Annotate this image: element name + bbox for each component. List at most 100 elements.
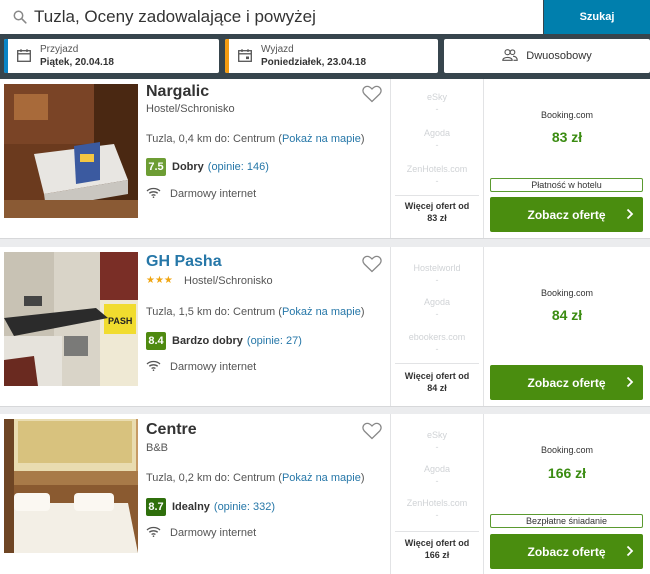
- column-divider: [483, 247, 484, 406]
- hotel-type: B&B: [146, 442, 169, 454]
- favorite-heart-icon[interactable]: [362, 255, 382, 278]
- checkout-accent: [225, 39, 229, 73]
- wifi-icon: [146, 187, 170, 201]
- partner-name[interactable]: Agoda: [391, 128, 483, 138]
- search-button[interactable]: Szukaj: [544, 0, 650, 34]
- distance-text: Tuzla, 1,5 km do: Centrum: [146, 306, 276, 318]
- checkout-value: Poniedziałek, 23.04.18: [261, 57, 367, 68]
- more-offers-link[interactable]: Więcej ofert od 83 zł: [395, 198, 479, 236]
- offer-tag: Bezpłatne śniadanie: [490, 514, 643, 528]
- map-paren-close: ): [360, 306, 365, 318]
- show-on-map-link[interactable]: Pokaż na mapie: [282, 472, 361, 484]
- partner-price: -: [435, 104, 439, 114]
- view-offer-button[interactable]: Zobacz ofertę: [490, 365, 643, 400]
- search-field[interactable]: [0, 0, 543, 34]
- map-paren-close: ): [360, 472, 365, 484]
- room-type-selector[interactable]: Dwuosobowy: [444, 39, 650, 73]
- partner-price: -: [435, 309, 439, 319]
- distance-text: Tuzla, 0,4 km do: Centrum: [146, 133, 276, 145]
- partner-name[interactable]: eSky: [391, 92, 483, 102]
- rating-badge: 7.5: [146, 158, 166, 176]
- view-offer-button[interactable]: Zobacz ofertę: [490, 197, 643, 232]
- view-offer-button[interactable]: Zobacz ofertę: [490, 534, 643, 569]
- show-on-map-link[interactable]: Pokaż na mapie: [282, 133, 361, 145]
- view-offer-label: Zobacz ofertę: [527, 544, 606, 559]
- rating-text: Bardzo dobry: [172, 335, 243, 347]
- search-icon: [6, 0, 34, 34]
- partner-price: -: [435, 176, 439, 186]
- rating-text: Dobry: [172, 161, 204, 173]
- view-offer-label: Zobacz ofertę: [527, 375, 606, 390]
- partner-name[interactable]: eSky: [391, 430, 483, 440]
- partner-name[interactable]: Agoda: [391, 297, 483, 307]
- map-paren-close: ): [360, 133, 365, 145]
- more-offers-link[interactable]: Więcej ofert od 166 zł: [395, 535, 479, 573]
- reviews-link[interactable]: (opinie: 332): [214, 501, 275, 513]
- hotel-card-gh-pasha: PASH GH Pasha ★★★ Hostel/Schronisko Tuzl…: [0, 247, 650, 407]
- search-input[interactable]: [34, 7, 524, 27]
- provider-name: Booking.com: [540, 288, 594, 298]
- chevron-right-icon: [626, 208, 634, 223]
- search-header: Szukaj Przyjazd Piątek, 20.04.18 Wyjazd …: [0, 0, 650, 79]
- hotel-photo[interactable]: [4, 84, 138, 218]
- amenity-label: Darmowy internet: [170, 188, 257, 200]
- hotel-location: Tuzla, 0,2 km do: Centrum (Pokaż na mapi…: [146, 472, 365, 484]
- price[interactable]: 166 zł: [484, 465, 650, 481]
- hotel-name[interactable]: Nargalic: [146, 83, 209, 101]
- checkin-label: Przyjazd: [40, 44, 79, 55]
- rating-badge: 8.7: [146, 498, 166, 516]
- partner-price: -: [435, 344, 439, 354]
- partner-name[interactable]: ZenHotels.com: [391, 498, 483, 508]
- checkout-date-field[interactable]: Wyjazd Poniedziałek, 23.04.18: [225, 39, 438, 73]
- amenity-label: Darmowy internet: [170, 527, 257, 539]
- more-offers-label: Więcej ofert od: [404, 538, 470, 548]
- amenity-wifi: Darmowy internet: [146, 360, 256, 374]
- checkin-date-field[interactable]: Przyjazd Piątek, 20.04.18: [4, 39, 219, 73]
- star-rating: ★★★: [146, 275, 173, 286]
- provider-name: Booking.com: [540, 110, 594, 120]
- hotel-type: Hostel/Schronisko: [146, 103, 235, 115]
- reviews-link[interactable]: (opinie: 146): [208, 161, 269, 173]
- amenity-wifi: Darmowy internet: [146, 526, 256, 540]
- favorite-heart-icon[interactable]: [362, 422, 382, 445]
- more-offers-price: 166 zł: [424, 550, 450, 560]
- more-offers-price: 83 zł: [427, 213, 447, 223]
- price[interactable]: 84 zł: [484, 307, 650, 323]
- offer-tag: Płatność w hotelu: [490, 178, 643, 192]
- hotel-name[interactable]: GH Pasha: [146, 253, 222, 271]
- calendar-icon: [17, 49, 31, 67]
- more-offers-price: 84 zł: [427, 383, 447, 393]
- rating-badge: 8.4: [146, 332, 166, 350]
- partner-price: -: [435, 476, 439, 486]
- column-divider: [483, 414, 484, 574]
- price[interactable]: 83 zł: [484, 129, 650, 145]
- hotel-photo[interactable]: [4, 419, 138, 553]
- rating: 8.7 Idealny (opinie: 332): [146, 498, 275, 516]
- partner-name[interactable]: Hostelworld: [391, 263, 483, 273]
- hotel-type: Hostel/Schronisko: [184, 275, 273, 287]
- column-divider: [390, 79, 391, 238]
- partner-price: -: [435, 510, 439, 520]
- partner-name[interactable]: ZenHotels.com: [391, 164, 483, 174]
- show-on-map-link[interactable]: Pokaż na mapie: [282, 306, 361, 318]
- svg-text:PASH: PASH: [108, 316, 132, 326]
- favorite-heart-icon[interactable]: [362, 85, 382, 108]
- hotel-photo[interactable]: PASH: [4, 252, 138, 386]
- partner-name[interactable]: ebookers.com: [391, 332, 483, 342]
- more-offers-link[interactable]: Więcej ofert od 84 zł: [395, 368, 479, 406]
- divider: [395, 195, 479, 196]
- wifi-icon: [146, 360, 170, 374]
- rating: 8.4 Bardzo dobry (opinie: 27): [146, 332, 302, 350]
- hotel-location: Tuzla, 0,4 km do: Centrum (Pokaż na mapi…: [146, 133, 365, 145]
- more-offers-label: Więcej ofert od: [404, 201, 470, 211]
- divider: [395, 363, 479, 364]
- reviews-link[interactable]: (opinie: 27): [247, 335, 302, 347]
- users-icon: [502, 48, 526, 64]
- hotel-name[interactable]: Centre: [146, 421, 197, 439]
- partner-price: -: [435, 275, 439, 285]
- rating: 7.5 Dobry (opinie: 146): [146, 158, 269, 176]
- calendar-icon: [238, 49, 252, 67]
- rating-text: Idealny: [172, 501, 210, 513]
- partner-name[interactable]: Agoda: [391, 464, 483, 474]
- hotel-card-centre: Centre B&B Tuzla, 0,2 km do: Centrum (Po…: [0, 414, 650, 574]
